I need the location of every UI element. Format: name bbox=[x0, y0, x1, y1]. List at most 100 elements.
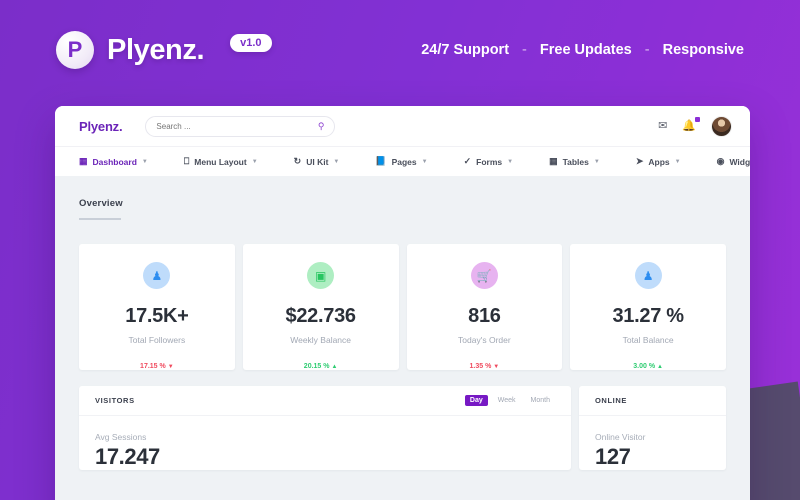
menu-item-apps[interactable]: ➤ Apps ▼ bbox=[636, 157, 681, 167]
app-menu-bar: ▦ Dashboard ▼ ⎕ Menu Layout ▼ ↻ UI Kit ▼… bbox=[55, 146, 750, 176]
promo-link-updates[interactable]: Free Updates bbox=[540, 42, 632, 58]
stat-delta-value: 17.15 % bbox=[140, 363, 166, 370]
chevron-down-icon: ▼ bbox=[251, 158, 258, 165]
menu-item-label: Pages bbox=[391, 156, 417, 167]
range-toggle-month[interactable]: Month bbox=[526, 395, 555, 406]
stat-delta: 1.35 % ▼ bbox=[470, 363, 500, 370]
promo-link-responsive[interactable]: Responsive bbox=[663, 42, 744, 58]
money-icon: ▣ bbox=[307, 262, 335, 289]
visitors-panel-header: VISITORS Day Week Month bbox=[79, 386, 571, 416]
chevron-down-icon: ▼ bbox=[593, 158, 600, 165]
panel-row: VISITORS Day Week Month Avg Sessions 17.… bbox=[79, 386, 726, 470]
stat-card-row: ♟ 17.5K+ Total Followers 17.15 % ▼ ▣ $22.… bbox=[79, 244, 726, 370]
stat-card-weekly-balance[interactable]: ▣ $22.736 Weekly Balance 20.15 % ▲ bbox=[242, 244, 399, 370]
arrow-down-icon: ▼ bbox=[493, 364, 500, 370]
stat-delta: 20.15 % ▲ bbox=[304, 363, 338, 370]
book-icon: 📘 bbox=[375, 156, 387, 166]
app-window: Plyenz. ⚲ ✉ 🔔 ▦ Dashboard ▼ ⎕ Menu Layou… bbox=[55, 106, 750, 500]
mail-icon[interactable]: ✉ bbox=[658, 120, 667, 132]
arrow-up-icon: ▲ bbox=[331, 364, 338, 370]
online-panel-header: ONLINE bbox=[579, 386, 726, 416]
stat-value: 816 bbox=[468, 305, 501, 327]
topbar-actions: ✉ 🔔 bbox=[658, 115, 732, 137]
stat-value: 31.27 % bbox=[612, 305, 684, 327]
bell-icon[interactable]: 🔔 bbox=[682, 116, 700, 132]
promo-brand-name: Plyenz. bbox=[107, 33, 205, 66]
menu-item-menu-layout[interactable]: ⎕ Menu Layout ▼ bbox=[184, 157, 258, 167]
range-toggle-week[interactable]: Week bbox=[493, 395, 521, 406]
layers-icon: ◉ bbox=[716, 156, 725, 166]
menu-item-tables[interactable]: ▦ Tables ▼ bbox=[549, 157, 600, 167]
stat-card-todays-order[interactable]: 🛒 816 Today's Order 1.35 % ▼ bbox=[406, 244, 563, 370]
metric-value: 17.247 bbox=[95, 444, 160, 469]
online-panel: ONLINE Online Visitor 127 bbox=[579, 386, 726, 470]
visitors-panel: VISITORS Day Week Month Avg Sessions 17.… bbox=[79, 386, 571, 470]
stat-value: 17.5K+ bbox=[125, 305, 189, 327]
version-badge: v1.0 bbox=[230, 33, 272, 53]
menu-item-label: Widgets bbox=[729, 156, 750, 167]
menu-item-label: Apps bbox=[648, 156, 670, 167]
users-icon: ♟ bbox=[634, 262, 662, 289]
chevron-down-icon: ▼ bbox=[507, 158, 514, 165]
range-toggle-day[interactable]: Day bbox=[464, 395, 488, 406]
chevron-down-icon: ▼ bbox=[674, 158, 681, 165]
page-title: Overview bbox=[79, 198, 123, 209]
chevron-down-icon: ▼ bbox=[421, 158, 428, 165]
search-icon[interactable]: ⚲ bbox=[318, 121, 325, 132]
promo-header: P Plyenz. v1.0 24/7 Support - Free Updat… bbox=[0, 0, 800, 100]
menu-item-dashboard[interactable]: ▦ Dashboard ▼ bbox=[79, 157, 148, 167]
metric-value: 127 bbox=[595, 444, 631, 469]
stat-delta: 17.15 % ▼ bbox=[140, 363, 174, 370]
panel-title: ONLINE bbox=[595, 396, 627, 405]
stat-label: Weekly Balance bbox=[290, 335, 352, 345]
logo-icon: P bbox=[56, 31, 94, 69]
table-icon: ▦ bbox=[549, 156, 558, 166]
cart-icon: 🛒 bbox=[470, 262, 498, 289]
stat-label: Total Balance bbox=[622, 335, 674, 345]
check-circle-icon: ✓ bbox=[463, 156, 472, 166]
chevron-down-icon: ▼ bbox=[333, 158, 340, 165]
stat-card-total-balance[interactable]: ♟ 31.27 % Total Balance 3.00 % ▲ bbox=[570, 244, 726, 370]
title-underline bbox=[79, 218, 121, 220]
menu-item-pages[interactable]: 📘 Pages ▼ bbox=[375, 157, 427, 167]
monitor-icon: ⎕ bbox=[183, 156, 190, 166]
arrow-up-icon: ▲ bbox=[657, 364, 663, 370]
search-box[interactable]: ⚲ bbox=[145, 115, 336, 137]
search-input[interactable] bbox=[156, 121, 318, 131]
users-icon: ♟ bbox=[143, 262, 171, 289]
stat-delta-value: 1.35 % bbox=[469, 363, 492, 370]
refresh-icon: ↻ bbox=[293, 156, 302, 166]
range-toggle-group: Day Week Month bbox=[464, 395, 555, 406]
dashboard-content: Overview ♟ 17.5K+ Total Followers 17.15 … bbox=[55, 176, 750, 470]
stat-label: Today's Order bbox=[458, 335, 511, 345]
menu-item-label: Dashboard bbox=[92, 156, 137, 167]
chevron-down-icon: ▼ bbox=[141, 158, 148, 165]
menu-item-label: Forms bbox=[476, 156, 503, 167]
arrow-down-icon: ▼ bbox=[167, 364, 174, 370]
menu-item-label: Tables bbox=[562, 156, 589, 167]
promo-brand: P Plyenz. v1.0 bbox=[56, 31, 272, 69]
app-topbar: Plyenz. ⚲ ✉ 🔔 bbox=[55, 106, 750, 146]
online-panel-body: Online Visitor 127 bbox=[579, 416, 726, 470]
stat-label: Total Followers bbox=[128, 335, 186, 345]
grid-icon: ▦ bbox=[79, 156, 88, 166]
promo-link-support[interactable]: 24/7 Support bbox=[421, 42, 509, 58]
visitors-panel-body: Avg Sessions 17.247 bbox=[79, 416, 571, 470]
panel-title: VISITORS bbox=[95, 396, 135, 405]
stat-delta-value: 3.00 % bbox=[633, 363, 656, 370]
menu-item-ui-kit[interactable]: ↻ UI Kit ▼ bbox=[294, 157, 340, 167]
metric-label: Online Visitor bbox=[595, 432, 646, 442]
menu-item-forms[interactable]: ✓ Forms ▼ bbox=[464, 157, 513, 167]
stat-delta: 3.00 % ▲ bbox=[633, 363, 663, 370]
app-brand: Plyenz. bbox=[79, 118, 123, 134]
stat-value: $22.736 bbox=[285, 305, 357, 327]
menu-item-label: Menu Layout bbox=[194, 156, 247, 167]
paper-plane-icon: ➤ bbox=[635, 156, 644, 166]
menu-item-widgets[interactable]: ◉ Widgets ▼ bbox=[717, 157, 750, 167]
stat-card-total-followers[interactable]: ♟ 17.5K+ Total Followers 17.15 % ▼ bbox=[79, 244, 235, 370]
avatar[interactable] bbox=[711, 115, 732, 137]
logo-initial: P bbox=[67, 37, 83, 62]
stat-delta-value: 20.15 % bbox=[303, 363, 330, 370]
promo-separator: - bbox=[522, 42, 527, 58]
menu-item-label: UI Kit bbox=[306, 156, 329, 167]
